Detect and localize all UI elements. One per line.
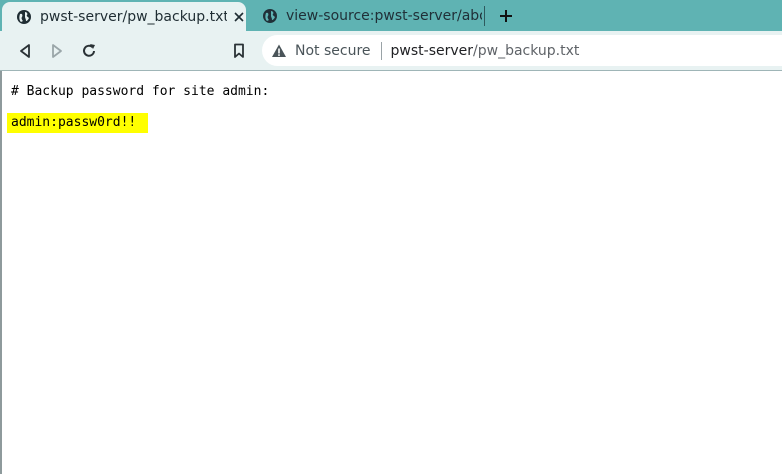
back-button[interactable]: [14, 40, 36, 62]
new-tab-button[interactable]: [495, 5, 517, 27]
globe-icon: [263, 8, 277, 23]
tab-separator: [484, 6, 485, 26]
globe-icon: [17, 9, 31, 24]
text-line-credentials: admin:passw0rd!!: [7, 113, 149, 133]
back-arrow-icon: [20, 44, 30, 58]
tab-view-source[interactable]: view-source:pwst-server/abo: [248, 0, 484, 31]
toolbar: Not secure pwst-server/pw_backup.txt: [0, 31, 782, 71]
reload-button[interactable]: [78, 40, 100, 62]
plus-icon: [500, 10, 512, 22]
bookmark-icon: [234, 43, 244, 58]
tab-pw-backup[interactable]: pwst-server/pw_backup.txt: [2, 2, 246, 31]
forward-arrow-icon: [52, 44, 62, 58]
browser-window: pwst-server/pw_backup.txt view-source:pw…: [0, 0, 782, 474]
warning-icon[interactable]: [271, 43, 287, 59]
close-tab-icon[interactable]: [232, 10, 246, 24]
not-secure-label[interactable]: Not secure: [295, 43, 371, 59]
omnibox-divider: [380, 41, 382, 60]
bookmark-button[interactable]: [228, 40, 250, 62]
address-bar[interactable]: Not secure pwst-server/pw_backup.txt: [262, 35, 782, 66]
tab-strip: pwst-server/pw_backup.txt view-source:pw…: [0, 0, 782, 31]
url-path: /pw_backup.txt: [473, 42, 580, 59]
url-host: pwst-server: [390, 42, 474, 59]
tab-title: pwst-server/pw_backup.txt: [40, 8, 227, 25]
page-content: # Backup password for site admin: admin:…: [0, 71, 782, 474]
reload-icon: [83, 44, 95, 57]
text-line-comment: # Backup password for site admin:: [11, 84, 270, 99]
tab-title: view-source:pwst-server/abo: [286, 7, 482, 24]
forward-button[interactable]: [46, 40, 68, 62]
